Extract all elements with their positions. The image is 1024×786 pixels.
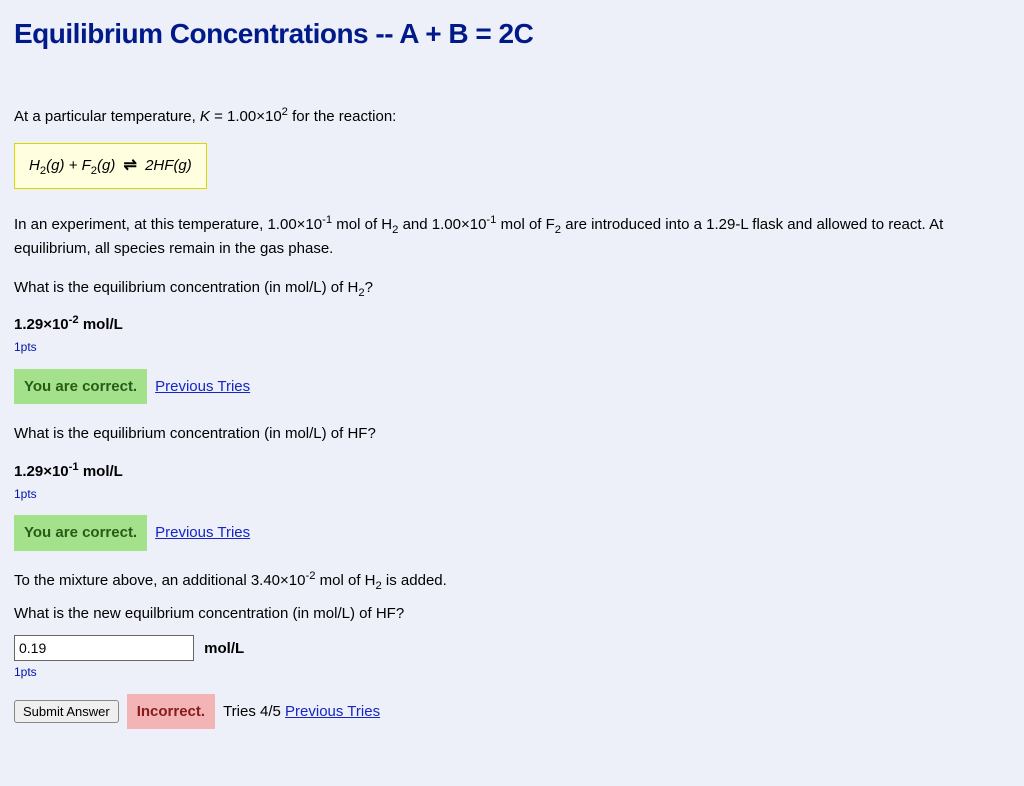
text: -1 bbox=[322, 214, 332, 226]
text: H bbox=[29, 157, 40, 174]
unit-label: mol/L bbox=[204, 640, 244, 657]
question-3-context: To the mixture above, an additional 3.40… bbox=[14, 569, 1014, 592]
text: Tries 4/5 bbox=[223, 703, 285, 720]
experiment-paragraph: In an experiment, at this temperature, 1… bbox=[14, 213, 1014, 260]
text: and 1.00×10 bbox=[398, 216, 486, 233]
text: is added. bbox=[382, 572, 447, 589]
intro-paragraph: At a particular temperature, K = 1.00×10… bbox=[14, 105, 1014, 128]
text: + bbox=[64, 157, 81, 174]
incorrect-badge: Incorrect. bbox=[127, 694, 215, 729]
text: 1.29×10 bbox=[14, 316, 69, 333]
text: (g) bbox=[97, 157, 115, 174]
text: = 1.00×10 bbox=[210, 108, 282, 125]
text: To the mixture above, an additional 3.40… bbox=[14, 572, 305, 589]
feedback-row-1: You are correct. Previous Tries bbox=[14, 369, 1014, 404]
text: In an experiment, at this temperature, 1… bbox=[14, 216, 322, 233]
previous-tries-link[interactable]: Previous Tries bbox=[285, 703, 380, 720]
text: 1.29×10 bbox=[14, 463, 69, 480]
answer-2: 1.29×10-1 mol/L bbox=[14, 460, 1014, 483]
points-label: 1pts bbox=[14, 338, 1014, 357]
equation-box: H2(g) + F2(g) ⇌ 2HF(g) bbox=[14, 143, 207, 190]
text: 2HF bbox=[141, 157, 174, 174]
text: (g) bbox=[46, 157, 64, 174]
text: mol of F bbox=[496, 216, 554, 233]
previous-tries-link[interactable]: Previous Tries bbox=[155, 521, 250, 544]
text: -2 bbox=[69, 314, 79, 326]
text: -1 bbox=[486, 214, 496, 226]
text: mol of H bbox=[315, 572, 375, 589]
question-2: What is the equilibrium concentration (i… bbox=[14, 422, 1014, 445]
answer-input[interactable] bbox=[14, 635, 194, 661]
tries-text: Tries 4/5 Previous Tries bbox=[223, 700, 380, 723]
text: (g) bbox=[173, 157, 191, 174]
previous-tries-link[interactable]: Previous Tries bbox=[155, 375, 250, 398]
feedback-row-2: You are correct. Previous Tries bbox=[14, 515, 1014, 550]
equilibrium-arrow-icon: ⇌ bbox=[120, 157, 141, 174]
text: -2 bbox=[305, 570, 315, 582]
answer-input-row: mol/L bbox=[14, 635, 1014, 661]
text: -1 bbox=[69, 461, 79, 473]
text: ? bbox=[365, 279, 373, 296]
correct-badge: You are correct. bbox=[14, 369, 147, 404]
page-title: Equilibrium Concentrations -- A + B = 2C bbox=[14, 12, 1014, 55]
correct-badge: You are correct. bbox=[14, 515, 147, 550]
points-label: 1pts bbox=[14, 485, 1014, 504]
text: F bbox=[82, 157, 91, 174]
feedback-row-3: Submit Answer Incorrect. Tries 4/5 Previ… bbox=[14, 694, 1014, 729]
text: K bbox=[200, 108, 210, 125]
text: What is the equilibrium concentration (i… bbox=[14, 279, 358, 296]
text: mol/L bbox=[79, 463, 123, 480]
question-3: What is the new equilbrium concentration… bbox=[14, 602, 1014, 625]
question-1: What is the equilibrium concentration (i… bbox=[14, 276, 1014, 299]
text: mol of H bbox=[332, 216, 392, 233]
text: for the reaction: bbox=[288, 108, 396, 125]
text: mol/L bbox=[79, 316, 123, 333]
answer-1: 1.29×10-2 mol/L bbox=[14, 313, 1014, 336]
points-label: 1pts bbox=[14, 663, 1014, 682]
submit-button[interactable]: Submit Answer bbox=[14, 700, 119, 723]
text: At a particular temperature, bbox=[14, 108, 200, 125]
